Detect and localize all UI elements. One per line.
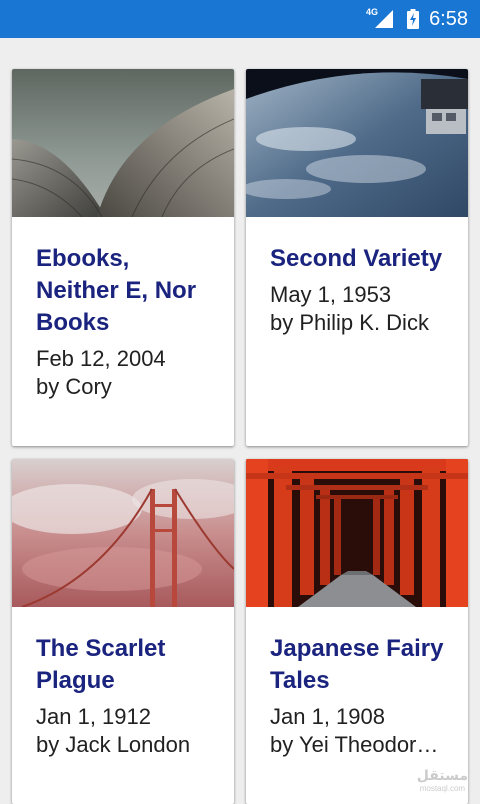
book-title: The Scarlet Plague [36,635,166,694]
card-body: Japanese Fairy Tales Jan 1, 1908 by Yei … [246,607,468,759]
card-body: Ebooks, Neither E, Nor Books Feb 12, 200… [12,217,234,401]
book-card[interactable]: Ebooks, Neither E, Nor Books Feb 12, 200… [12,69,234,446]
clock: 6:58 [429,7,468,30]
book-author: by Jack London [36,732,191,757]
book-card[interactable]: The Scarlet Plague Jan 1, 1912 by Jack L… [12,459,234,804]
network-type-label: 4G [366,7,379,17]
card-body: Second Variety May 1, 1953 by Philip K. … [246,217,468,337]
card-body: The Scarlet Plague Jan 1, 1912 by Jack L… [12,607,234,759]
book-date: Jan 1, 1908 [270,704,385,729]
cover-image-torii-gates [246,459,468,607]
watermark-logo: مستقل mostaql.com [417,768,468,796]
cover-image-bridge-fog [12,459,234,607]
status-icons: 4G 6:58 [366,0,468,38]
book-author: by Philip K. Dick [270,310,429,335]
book-date: Jan 1, 1912 [36,704,151,729]
book-author: by Cory [36,374,112,399]
battery-charging-icon [407,9,420,29]
watermark-text: مستقل [416,767,468,783]
cover-image-opera-house [12,69,234,217]
book-title: Ebooks, Neither E, Nor Books [36,245,197,336]
cover-image-earth-space [246,69,468,217]
book-title: Japanese Fairy Tales [270,635,444,694]
status-bar: 4G 6:58 [0,0,480,38]
book-card[interactable]: Second Variety May 1, 1953 by Philip K. … [246,69,468,446]
book-card[interactable]: Japanese Fairy Tales Jan 1, 1908 by Yei … [246,459,468,804]
book-author: by Yei Theodor… [270,732,439,757]
watermark-subtext: mostaql.com [419,784,466,793]
book-date: Feb 12, 2004 [36,346,166,371]
book-title: Second Variety [270,245,443,272]
book-date: May 1, 1953 [270,282,392,307]
